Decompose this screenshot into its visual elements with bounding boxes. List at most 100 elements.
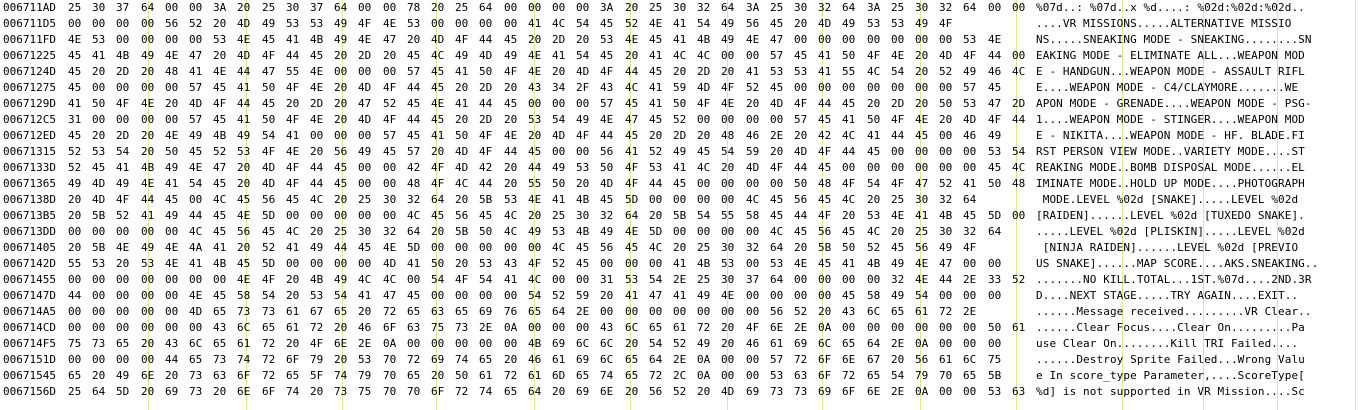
ascii-text[interactable]: ......Message received.........VR Clear.… bbox=[1036, 304, 1312, 320]
hex-byte[interactable]: 4F bbox=[770, 160, 794, 176]
hex-byte[interactable]: 4D bbox=[576, 64, 600, 80]
hex-byte[interactable]: 52 bbox=[116, 208, 140, 224]
hex-byte[interactable]: 65 bbox=[963, 368, 987, 384]
hex-byte[interactable]: 4C bbox=[504, 208, 528, 224]
hex-byte[interactable]: 4E bbox=[310, 80, 334, 96]
hex-byte[interactable]: 00 bbox=[116, 288, 140, 304]
hex-byte[interactable]: 00 bbox=[891, 320, 915, 336]
hex-byte[interactable]: 4E bbox=[310, 112, 334, 128]
hex-byte[interactable]: 4E bbox=[915, 112, 939, 128]
hex-row[interactable]: 0067129D 41 50 4F 4E 20 4D 4F 44 45 20 2D 20 47 52 45 4E… bbox=[0, 96, 1366, 112]
hex-byte[interactable]: 44 bbox=[939, 272, 963, 288]
hex-byte[interactable]: 45 bbox=[431, 112, 455, 128]
hex-byte[interactable]: 50 bbox=[92, 96, 116, 112]
hex-row[interactable]: 006714CD 00 00 00 00 00 00 43 6C 65 61 72 20 46 6F 63 75… bbox=[0, 320, 1366, 336]
hex-row[interactable]: 0067138D 20 4D 4F 44 45 00 4C 45 56 45 4C 20 25 30 32 64… bbox=[0, 192, 1366, 208]
hex-byte[interactable]: 4E bbox=[625, 224, 649, 240]
hex-byte[interactable]: 49 bbox=[697, 288, 721, 304]
hex-byte[interactable]: 00 bbox=[963, 320, 987, 336]
hex-byte[interactable]: 00 bbox=[479, 288, 503, 304]
hex-row[interactable]: 006712ED 45 20 2D 20 4E 49 4B 49 54 41 00 00 00 57 45 41… bbox=[0, 128, 1366, 144]
hex-byte[interactable]: 41 bbox=[528, 16, 552, 32]
hex-byte[interactable]: 20 bbox=[237, 176, 261, 192]
hex-byte[interactable]: 64 bbox=[770, 240, 794, 256]
hex-byte[interactable]: 4B bbox=[213, 128, 237, 144]
hex-byte[interactable]: 20 bbox=[310, 224, 334, 240]
hex-byte[interactable]: 4C bbox=[455, 176, 479, 192]
hex-byte[interactable]: 75 bbox=[431, 320, 455, 336]
hex-byte[interactable]: 72 bbox=[310, 320, 334, 336]
hex-byte[interactable]: 4D bbox=[92, 176, 116, 192]
hex-byte[interactable]: 4A bbox=[189, 240, 213, 256]
hex-byte[interactable]: 3A bbox=[213, 0, 237, 16]
hex-byte[interactable]: 00 bbox=[528, 96, 552, 112]
hex-byte[interactable]: 00 bbox=[1012, 48, 1036, 64]
hex-byte[interactable]: 00 bbox=[431, 16, 455, 32]
hex-byte[interactable]: 4D bbox=[455, 160, 479, 176]
hex-byte[interactable]: 5B bbox=[92, 208, 116, 224]
hex-byte[interactable]: 54 bbox=[528, 288, 552, 304]
hex-byte[interactable]: 45 bbox=[600, 48, 624, 64]
hex-byte[interactable]: 20 bbox=[310, 384, 334, 400]
hex-byte[interactable]: 4C bbox=[697, 48, 721, 64]
hex-byte[interactable]: 54 bbox=[721, 144, 745, 160]
hex-byte[interactable]: 30 bbox=[794, 0, 818, 16]
hex-byte[interactable]: 5F bbox=[310, 368, 334, 384]
hex-byte[interactable]: 57 bbox=[770, 352, 794, 368]
hex-byte[interactable]: 61 bbox=[915, 304, 939, 320]
hex-byte[interactable]: 64 bbox=[842, 0, 866, 16]
hex-byte[interactable]: 4B bbox=[939, 208, 963, 224]
hex-byte[interactable]: 55 bbox=[528, 176, 552, 192]
hex-byte[interactable]: 54 bbox=[1012, 144, 1036, 160]
hex-byte[interactable]: 00 bbox=[334, 64, 358, 80]
hex-byte[interactable]: 4D bbox=[262, 160, 286, 176]
hex-byte[interactable]: 75 bbox=[358, 384, 382, 400]
hex-byte[interactable]: 54 bbox=[891, 368, 915, 384]
hex-byte[interactable]: 74 bbox=[237, 352, 261, 368]
hex-byte[interactable]: 64 bbox=[528, 384, 552, 400]
hex-byte[interactable]: 63 bbox=[407, 320, 431, 336]
ascii-text[interactable]: IMINATE MODE..HOLD UP MODE....PHOTOGRAPH bbox=[1036, 176, 1305, 192]
hex-byte[interactable]: 00 bbox=[92, 288, 116, 304]
hex-byte[interactable]: 4F bbox=[262, 272, 286, 288]
hex-byte[interactable]: 69 bbox=[576, 384, 600, 400]
hex-byte[interactable]: 00 bbox=[770, 112, 794, 128]
hex-byte[interactable]: 41 bbox=[286, 128, 310, 144]
hex-byte[interactable]: 45 bbox=[576, 256, 600, 272]
hex-byte[interactable]: 00 bbox=[455, 16, 479, 32]
hex-byte[interactable]: 4F bbox=[528, 256, 552, 272]
hex-byte[interactable]: 00 bbox=[697, 304, 721, 320]
hex-byte[interactable]: 56 bbox=[165, 16, 189, 32]
hex-byte[interactable]: 4E bbox=[383, 240, 407, 256]
hex-byte[interactable]: 00 bbox=[310, 128, 334, 144]
hex-byte[interactable]: 20 bbox=[697, 128, 721, 144]
hex-byte[interactable]: 4D bbox=[939, 48, 963, 64]
hex-byte[interactable]: 4C bbox=[407, 208, 431, 224]
hex-byte[interactable]: 20 bbox=[891, 352, 915, 368]
ascii-text[interactable]: ......Clear Focus....Clear On.........Pa bbox=[1036, 320, 1305, 336]
hex-byte[interactable]: 41 bbox=[407, 256, 431, 272]
hex-byte[interactable]: 20 bbox=[939, 112, 963, 128]
hex-byte[interactable]: 46 bbox=[358, 320, 382, 336]
hex-byte[interactable]: 4E bbox=[141, 176, 165, 192]
hex-byte[interactable]: 2E bbox=[576, 304, 600, 320]
hex-byte[interactable]: 30 bbox=[721, 240, 745, 256]
hex-byte[interactable]: 49 bbox=[576, 112, 600, 128]
hex-byte[interactable]: 4F bbox=[794, 96, 818, 112]
hex-byte[interactable]: 57 bbox=[189, 80, 213, 96]
hex-byte[interactable]: 00 bbox=[867, 160, 891, 176]
hex-byte[interactable]: 00 bbox=[576, 144, 600, 160]
hex-byte[interactable]: 4F bbox=[116, 192, 140, 208]
hex-byte[interactable]: 20 bbox=[383, 48, 407, 64]
hex-byte[interactable]: 53 bbox=[528, 112, 552, 128]
hex-byte[interactable]: 44 bbox=[528, 160, 552, 176]
hex-byte[interactable]: 53 bbox=[988, 384, 1012, 400]
hex-byte[interactable]: 2E bbox=[794, 320, 818, 336]
ascii-text[interactable]: [RAIDEN]......LEVEL %02d [TUXEDO SNAKE]. bbox=[1036, 208, 1305, 224]
hex-byte[interactable]: 53 bbox=[891, 16, 915, 32]
hex-byte[interactable]: 00 bbox=[867, 320, 891, 336]
hex-byte[interactable]: 00 bbox=[407, 336, 431, 352]
hex-byte[interactable]: 25 bbox=[770, 0, 794, 16]
hex-byte[interactable]: 20 bbox=[237, 0, 261, 16]
hex-byte[interactable]: 4F bbox=[455, 32, 479, 48]
